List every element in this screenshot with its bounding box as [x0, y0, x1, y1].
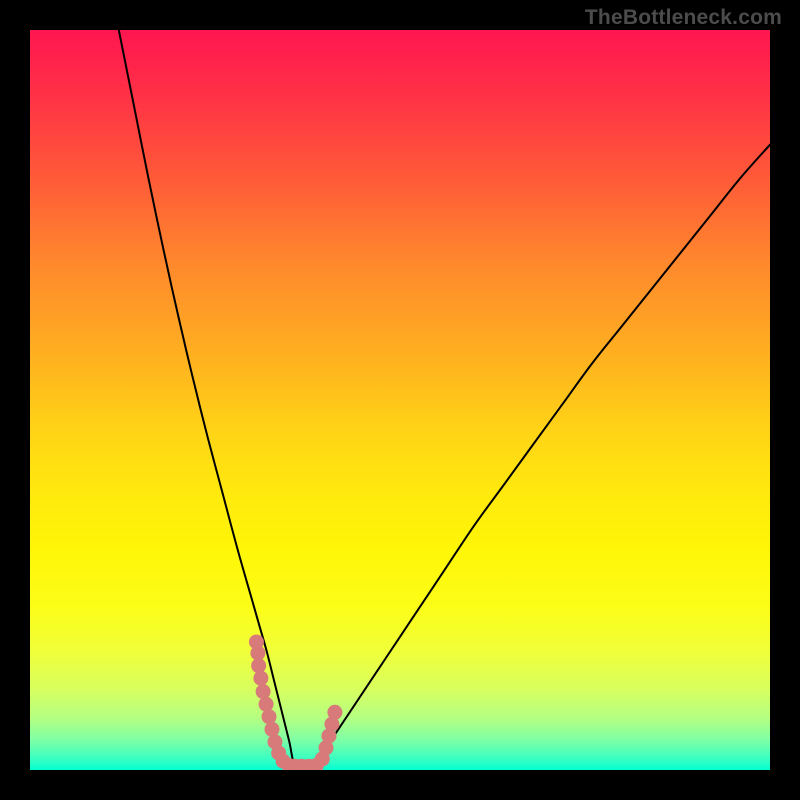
highlight-dot — [327, 705, 342, 720]
bottleneck-curve — [119, 30, 770, 770]
curve-layer — [30, 30, 770, 770]
watermark-text: TheBottleneck.com — [585, 6, 782, 30]
plot-area — [30, 30, 770, 770]
highlight-dots — [249, 634, 342, 770]
highlight-dot — [253, 671, 268, 686]
highlight-dot — [251, 658, 266, 673]
highlight-dot — [262, 709, 277, 724]
highlight-dot — [264, 722, 279, 737]
highlight-dot — [256, 684, 271, 699]
highlight-dot — [259, 697, 274, 712]
chart-frame: TheBottleneck.com — [0, 0, 800, 800]
